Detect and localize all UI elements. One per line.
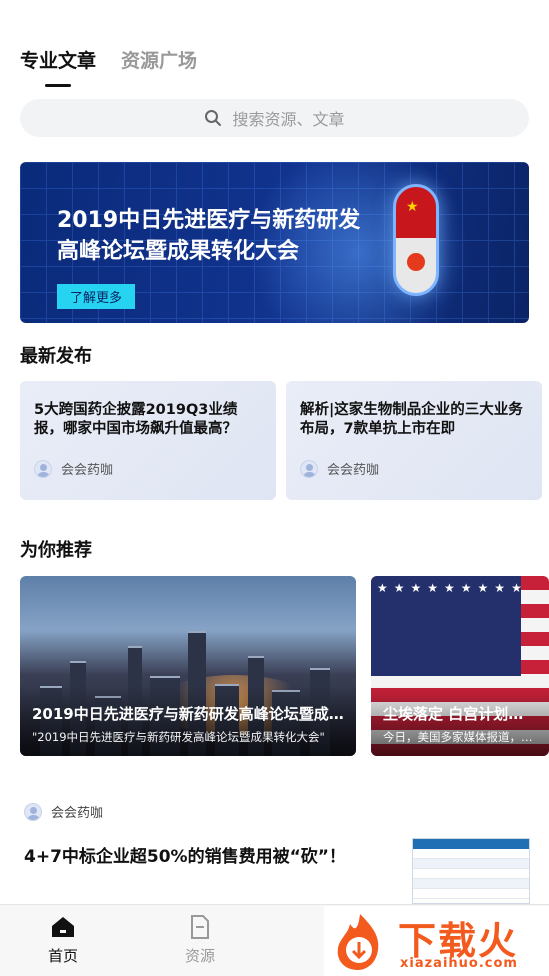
recommend-card[interactable]: 2019中日先进医疗与新药研发高峰论坛暨成果转化大会 "2019中日先进医疗与新… bbox=[20, 576, 356, 756]
tab-resources-bottom-label: 资源 bbox=[185, 947, 216, 965]
tab-articles[interactable]: 专业文章 bbox=[20, 46, 97, 87]
flag-stars: ★★★★★★★★★★★★★★★★★★★★★★★★★★★★★★★★★★★★★★★★… bbox=[371, 576, 521, 676]
tab-resources[interactable]: 资源广场 bbox=[121, 46, 197, 73]
active-tab-indicator bbox=[45, 84, 71, 87]
japan-flag-dot bbox=[407, 253, 425, 271]
feed-article-title[interactable]: 4+7中标企业超50%的销售费用被“砍”！ bbox=[24, 842, 346, 867]
banner-title: 2019中日先进医疗与新药研发 高峰论坛暨成果转化大会 bbox=[57, 208, 361, 264]
avatar bbox=[34, 459, 52, 478]
recommend-heading: 为你推荐 bbox=[20, 540, 92, 561]
author-name: 会会药咖 bbox=[327, 463, 380, 478]
tab-home-label: 首页 bbox=[48, 947, 79, 965]
recommend-card-subtitle: "2019中日先进医疗与新药研发高峰论坛暨成果转化大会" bbox=[32, 730, 325, 744]
recommend-card-title: 2019中日先进医疗与新药研发高峰论坛暨成果转化大会 bbox=[32, 705, 344, 723]
latest-card-title: 解析|这家生物制品企业的三大业务布局，7款单抗上市在即 bbox=[300, 402, 523, 437]
recommend-card-title: 尘埃落定 白宫计划下周换 bbox=[383, 705, 537, 723]
watermark: 下载火 xiazaihuo.com bbox=[324, 906, 549, 976]
latest-card-title: 5大跨国药企披露2019Q3业绩报，哪家中国市场飙升值最高？ bbox=[34, 402, 238, 437]
latest-card-author: 会会药咖 bbox=[34, 459, 113, 478]
flame-logo-icon bbox=[337, 914, 379, 970]
tab-resources-bottom[interactable]: 资源 bbox=[185, 915, 215, 966]
promo-banner[interactable]: 2019中日先进医疗与新药研发 高峰论坛暨成果转化大会 了解更多 ★ bbox=[20, 162, 529, 323]
latest-card[interactable]: 解析|这家生物制品企业的三大业务布局，7款单抗上市在即 会会药咖 bbox=[286, 381, 542, 500]
top-tabs: 专业文章 资源广场 bbox=[20, 46, 197, 87]
document-icon bbox=[191, 915, 209, 939]
watermark-url: xiazaihuo.com bbox=[400, 956, 518, 971]
author-name: 会会药咖 bbox=[61, 463, 114, 478]
latest-card[interactable]: 5大跨国药企披露2019Q3业绩报，哪家中国市场飙升值最高？ 会会药咖 bbox=[20, 381, 276, 500]
search-icon bbox=[205, 110, 222, 126]
flag-star-icon: ★ bbox=[406, 199, 419, 215]
latest-heading: 最新发布 bbox=[20, 346, 92, 367]
home-icon bbox=[52, 917, 74, 937]
capsule-image: ★ bbox=[393, 184, 439, 296]
search-placeholder: 搜索资源、文章 bbox=[232, 110, 345, 129]
avatar bbox=[24, 802, 42, 821]
recommend-card-subtitle: 今日，美国多家媒体报道，"据悉 bbox=[383, 730, 537, 744]
avatar bbox=[300, 459, 318, 478]
feed-author: 会会药咖 bbox=[24, 802, 103, 821]
tab-articles-label: 专业文章 bbox=[20, 50, 97, 72]
search-input[interactable]: 搜索资源、文章 bbox=[20, 99, 529, 137]
tab-home[interactable]: 首页 bbox=[48, 915, 78, 966]
author-name: 会会药咖 bbox=[51, 806, 104, 821]
feed-article-thumbnail[interactable] bbox=[412, 838, 530, 904]
recommend-card[interactable]: ★★★★★★★★★★★★★★★★★★★★★★★★★★★★★★★★★★★★★★★★… bbox=[371, 576, 549, 756]
banner-learn-more-button[interactable]: 了解更多 bbox=[57, 284, 136, 309]
tab-resources-label: 资源广场 bbox=[121, 50, 198, 72]
latest-card-author: 会会药咖 bbox=[300, 459, 379, 478]
